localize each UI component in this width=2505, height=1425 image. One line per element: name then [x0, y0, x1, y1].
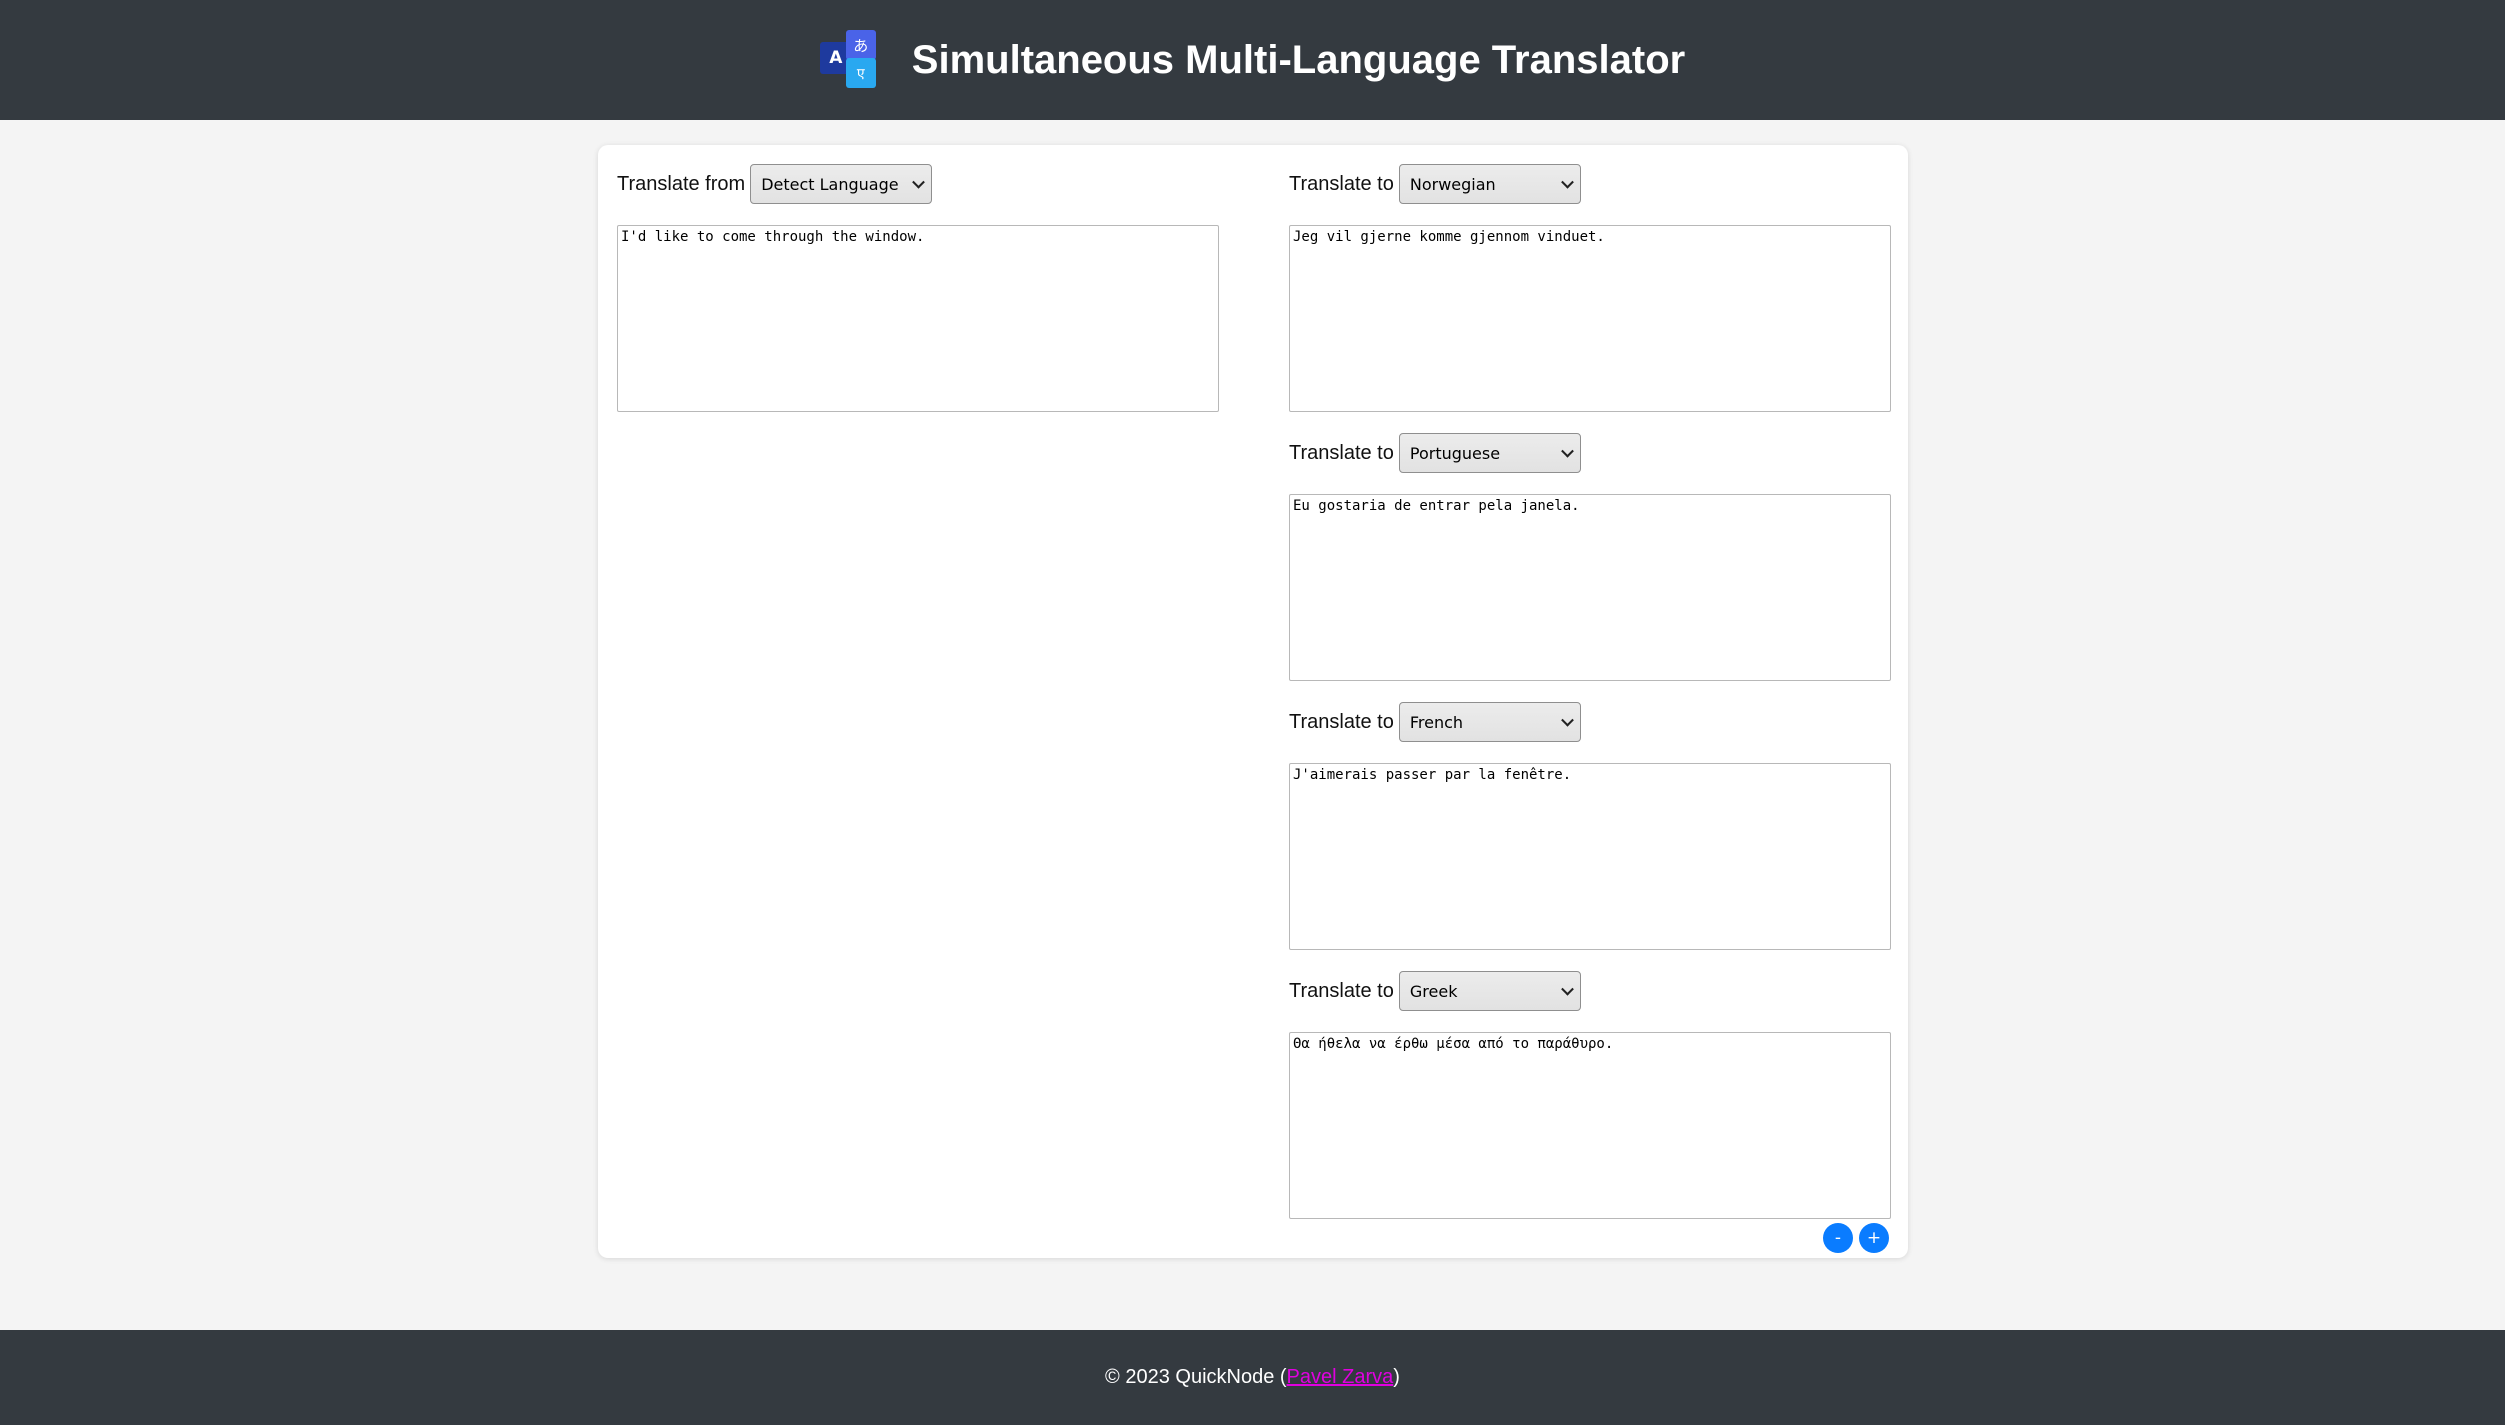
- target-block: Translate to Norwegian Jeg vil gjerne ko…: [1289, 163, 1891, 412]
- target-text-output[interactable]: J'aimerais passer par la fenêtre.: [1289, 763, 1891, 950]
- target-language-value: Norwegian: [1409, 174, 1496, 194]
- author-link[interactable]: Pavel Zarva: [1287, 1366, 1394, 1389]
- logo-tile-japanese: あ: [845, 30, 876, 60]
- source-language-label: Translate from: [617, 172, 746, 195]
- target-block: Translate to Portuguese Eu gostaria de e…: [1289, 432, 1891, 681]
- chevron-down-icon: [1561, 444, 1574, 458]
- chevron-down-icon: [1561, 713, 1574, 727]
- add-language-button[interactable]: +: [1859, 1223, 1889, 1253]
- target-language-row: Translate to Portuguese: [1289, 432, 1891, 474]
- source-language-row: Translate from Detect Language: [617, 163, 1219, 205]
- target-language-select[interactable]: Greek: [1398, 971, 1581, 1011]
- target-language-select[interactable]: French: [1398, 702, 1581, 742]
- chevron-down-icon: [1561, 175, 1574, 189]
- target-language-label: Translate to: [1289, 172, 1394, 195]
- target-block: Translate to French J'aimerais passer pa…: [1289, 701, 1891, 950]
- target-block: Translate to Greek Θα ήθελα να έρθω μέσα…: [1289, 970, 1891, 1219]
- chevron-down-icon: [1561, 982, 1574, 996]
- target-language-value: French: [1409, 712, 1464, 732]
- target-language-label: Translate to: [1289, 710, 1394, 733]
- translator-card: Translate from Detect Language I'd like …: [598, 145, 1908, 1258]
- target-language-select[interactable]: Norwegian: [1398, 164, 1581, 204]
- app-header: A あ ए Simultaneous Multi-Language Transl…: [0, 0, 2505, 120]
- page-title: Simultaneous Multi-Language Translator: [911, 37, 1686, 82]
- target-language-select[interactable]: Portuguese: [1398, 433, 1581, 473]
- logo-tile-devanagari: ए: [845, 58, 876, 88]
- target-language-label: Translate to: [1289, 441, 1394, 464]
- target-language-row: Translate to Greek: [1289, 970, 1891, 1012]
- target-language-value: Portuguese: [1409, 443, 1501, 463]
- target-language-label: Translate to: [1289, 979, 1394, 1002]
- target-language-row: Translate to Norwegian: [1289, 163, 1891, 205]
- source-language-select[interactable]: Detect Language: [750, 164, 933, 204]
- app-footer: © 2023 QuickNode (Pavel Zarva): [0, 1330, 2505, 1425]
- target-text-output[interactable]: Jeg vil gjerne komme gjennom vinduet.: [1289, 225, 1891, 412]
- chevron-down-icon: [912, 175, 926, 189]
- target-text-output[interactable]: Θα ήθελα να έρθω μέσα από το παράθυρο.: [1289, 1032, 1891, 1219]
- footer-suffix: ): [1393, 1366, 1400, 1388]
- target-text-output[interactable]: Eu gostaria de entrar pela janela.: [1289, 494, 1891, 681]
- source-column: Translate from Detect Language I'd like …: [617, 163, 1219, 412]
- targets-column: Translate to Norwegian Jeg vil gjerne ko…: [1289, 163, 1891, 1219]
- target-language-row: Translate to French: [1289, 701, 1891, 743]
- source-language-value: Detect Language: [761, 174, 899, 194]
- remove-language-button[interactable]: -: [1823, 1223, 1853, 1253]
- source-text-input[interactable]: I'd like to come through the window.: [617, 225, 1219, 412]
- target-language-value: Greek: [1409, 981, 1458, 1001]
- translate-icon: A あ ए: [819, 30, 880, 90]
- footer-copyright: © 2023 QuickNode (: [1105, 1366, 1287, 1388]
